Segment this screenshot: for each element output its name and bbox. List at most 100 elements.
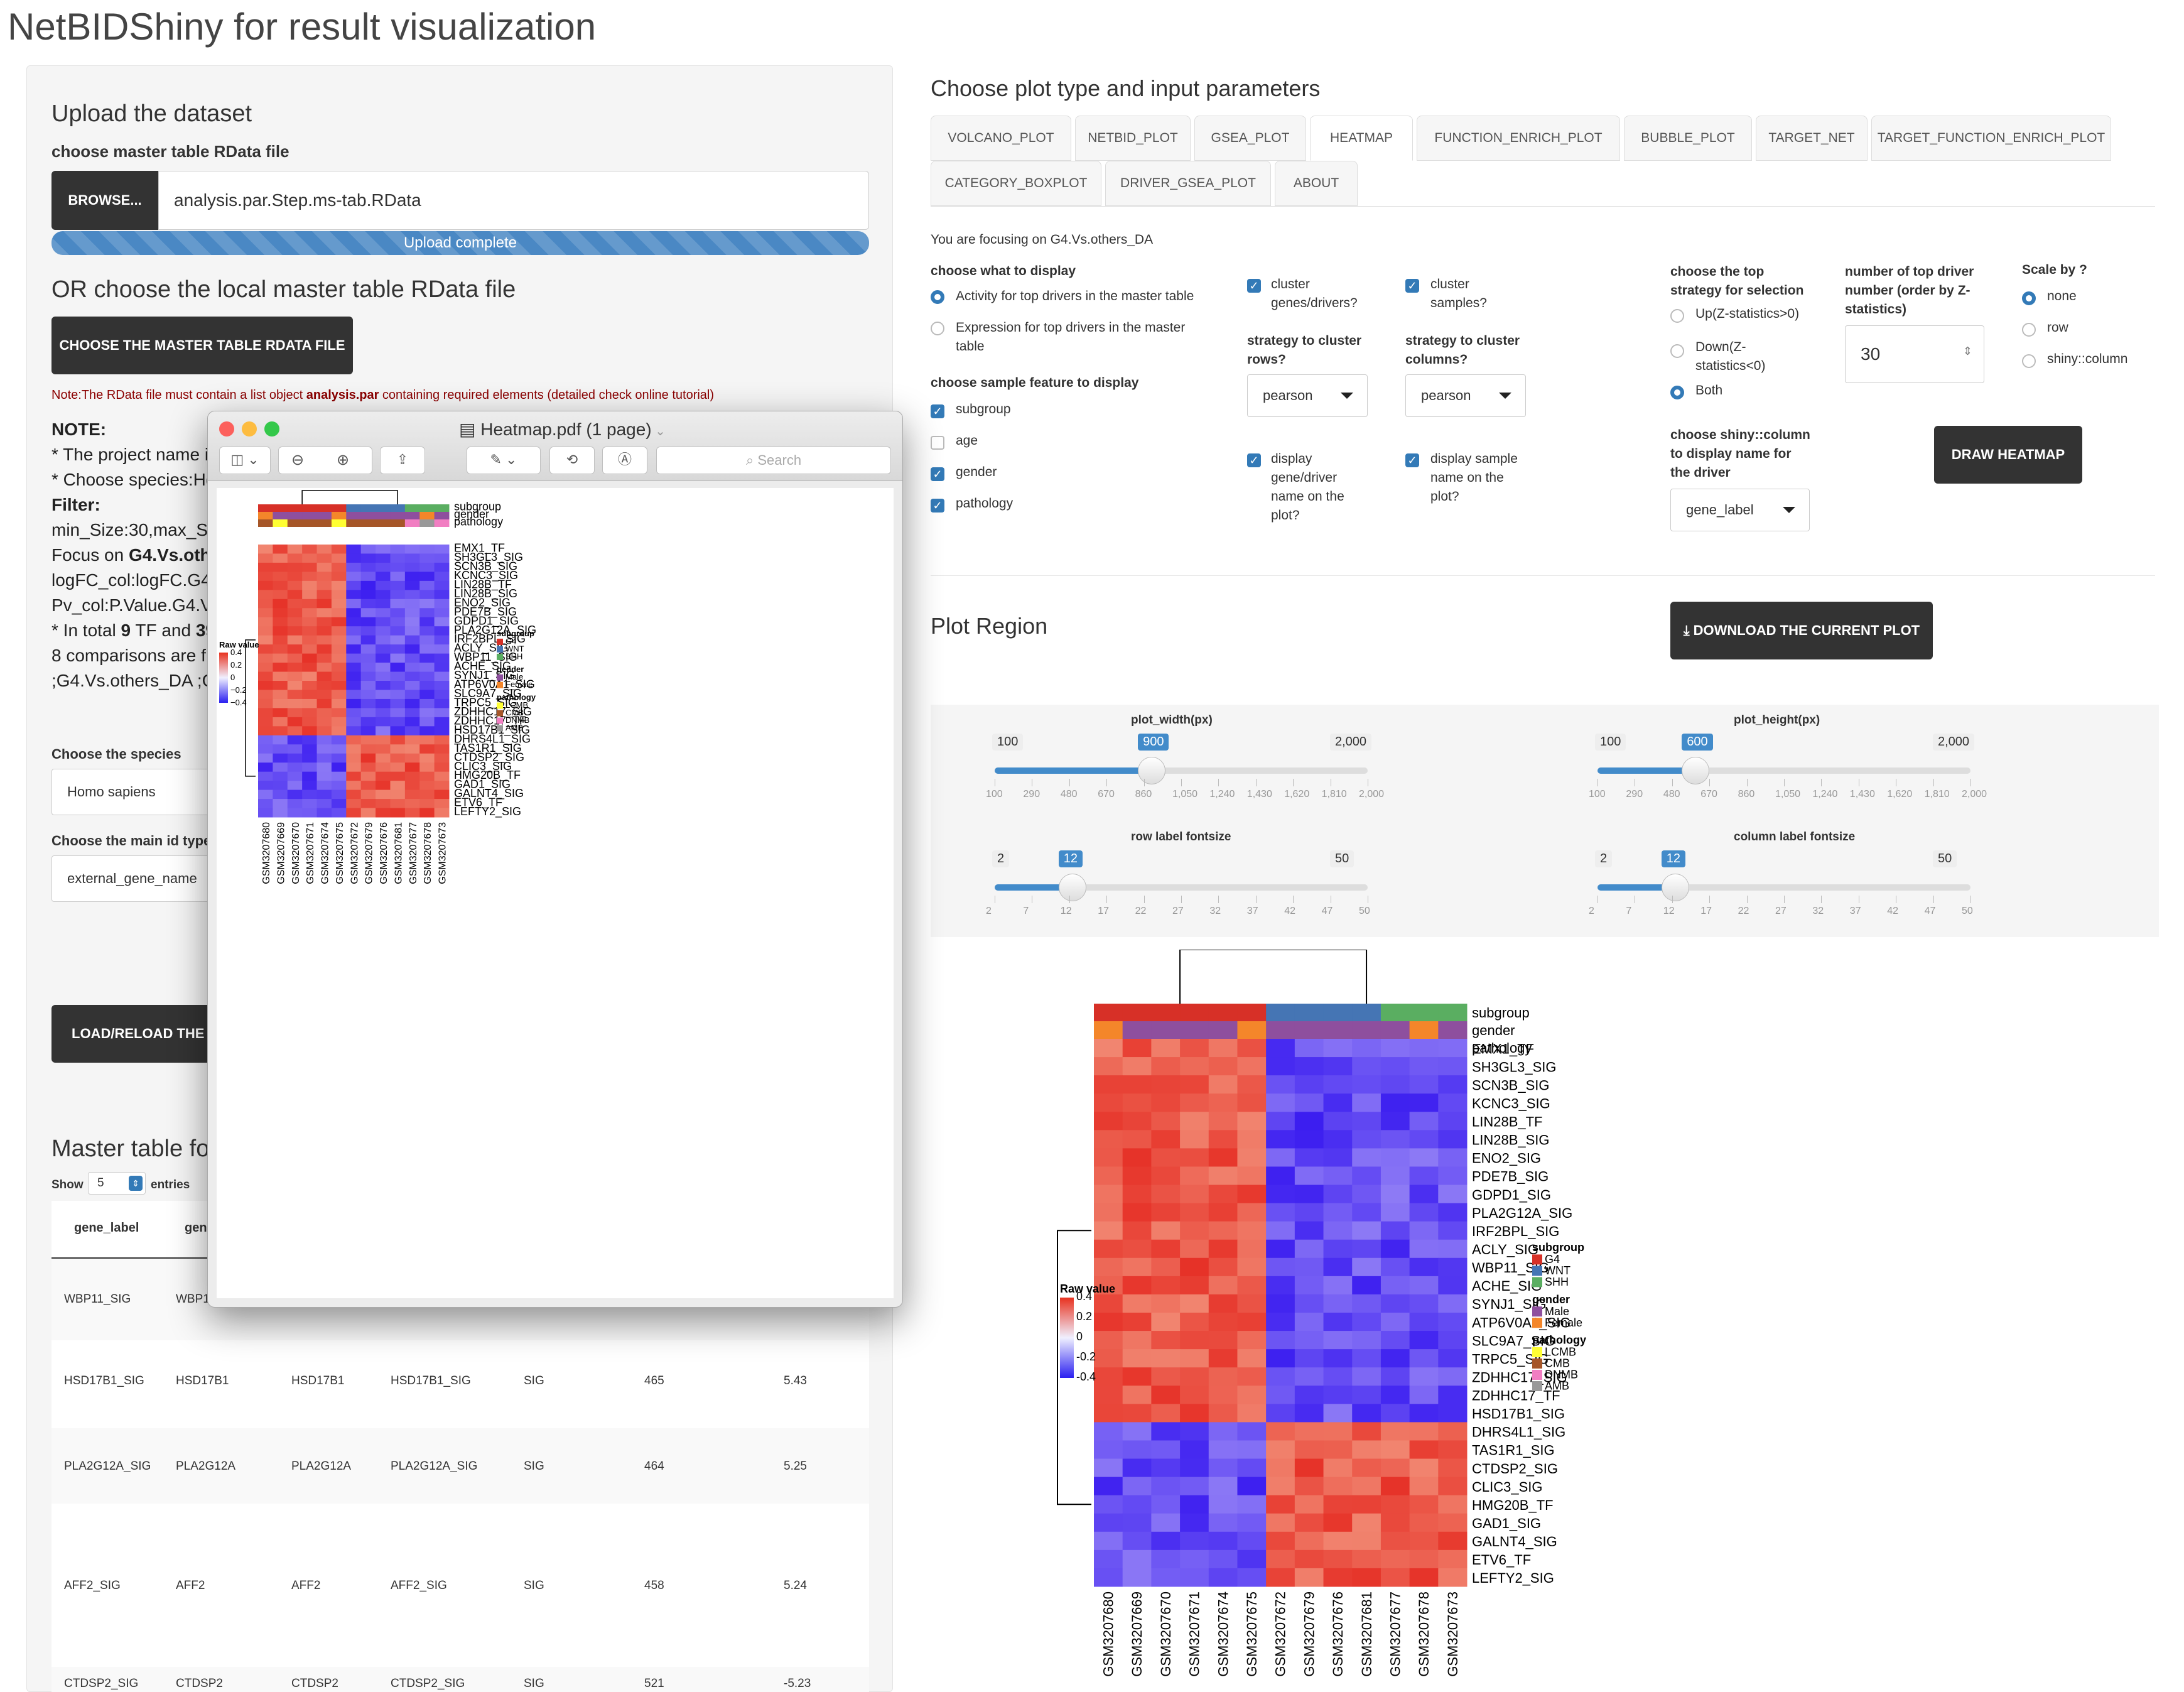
annotate-icon[interactable]: Ⓐ [602,447,647,474]
tab-target-net[interactable]: TARGET_NET [1756,116,1868,161]
rotate-icon[interactable]: ⟲ [549,447,595,474]
heatmap-cell [360,644,376,654]
slider-tick-mark [1746,896,1748,903]
heatmap-cell [258,726,273,736]
slider-tick-mark [1293,896,1294,903]
cluster-genes-checkbox[interactable]: ✓ [1247,279,1261,293]
annotation-cell [1380,1021,1410,1039]
pathology-checkbox[interactable]: ✓ [931,499,944,512]
scale-none-label: none [2047,289,2077,303]
slider-handle[interactable] [1682,757,1710,784]
heatmap-cell [1180,1513,1209,1532]
tab-function-enrich-plot[interactable]: FUNCTION_ENRICH_PLOT [1417,116,1620,161]
shiny-column-select[interactable]: gene_label [1670,489,1810,531]
heatmap-cell [302,572,318,582]
heatmap-cell [302,608,318,618]
close-window-icon[interactable] [219,421,234,437]
heatmap-cell [404,545,420,554]
slider-min-label: 100 [1595,734,1626,751]
tab-category-boxplot[interactable]: CATEGORY_BOXPLOT [931,161,1101,206]
annotation-cell [360,519,376,527]
strategy-up-radio[interactable] [1670,309,1684,323]
scale-none-radio[interactable] [2022,291,2036,305]
file-name-field[interactable]: analysis.par.Step.ms-tab.RData [158,171,869,230]
col-header-gene-label[interactable]: gene_label [74,1221,139,1235]
draw-heatmap-button[interactable]: DRAW HEATMAP [1934,426,2082,484]
strategy-both-radio[interactable] [1670,386,1684,399]
heatmap-cell [360,562,376,572]
number-spin-icon[interactable]: ⇕ [1963,345,1972,358]
tab-gsea-plot[interactable]: GSEA_PLOT [1194,116,1306,161]
heatmap-cell [1237,1313,1267,1331]
tab-about[interactable]: ABOUT [1275,161,1358,206]
heatmap-cell [1151,1294,1181,1313]
choose-master-table-button[interactable]: CHOOSE THE MASTER TABLE RDATA FILE [51,317,353,374]
heatmap-cell [1180,1039,1209,1058]
scale-column-radio[interactable] [2022,354,2036,368]
slider-handle[interactable] [1138,757,1166,784]
markup-pen-icon[interactable]: ✎ ⌄ [467,447,541,474]
browse-button[interactable]: BROWSE... [51,171,158,230]
subgroup-checkbox[interactable]: ✓ [931,404,944,418]
slider-handle[interactable] [1058,874,1086,901]
zoom-controls: ⊖ ⊕ [278,447,372,474]
page-size-select[interactable]: 5 ⇕ [88,1172,146,1195]
heatmap-cell [273,717,288,727]
heatmap-cell [346,771,362,781]
age-checkbox[interactable] [931,436,944,450]
tab-driver-gsea-plot[interactable]: DRIVER_GSEA_PLOT [1105,161,1271,206]
col-header-gene[interactable]: gene [185,1221,210,1235]
tab-bubble-plot[interactable]: BUBBLE_PLOT [1624,116,1752,161]
download-plot-button[interactable]: ⤓ DOWNLOAD THE CURRENT PLOT [1670,602,1933,659]
heatmap-cell [419,562,435,572]
display-sample-name-checkbox[interactable]: ✓ [1405,453,1419,467]
heatmap-cell [404,562,420,572]
heatmap-cell [331,690,347,700]
heatmap-cell [331,735,347,745]
heatmap-cell [360,663,376,673]
display-activity-radio[interactable] [931,290,944,304]
slider-tick-mark [1709,779,1711,786]
strategy-rows-select[interactable]: pearson [1247,374,1368,417]
slider-value-label: 600 [1682,734,1713,751]
zoom-window-icon[interactable] [264,421,279,437]
heatmap-cell [1438,1367,1468,1386]
top-number-input[interactable]: 30 ⇕ [1845,325,1984,383]
heatmap-cell [1438,1148,1468,1167]
scale-row-radio[interactable] [2022,323,2036,337]
cluster-samples-checkbox[interactable]: ✓ [1405,279,1419,293]
minimize-window-icon[interactable] [242,421,257,437]
heatmap-cell [1438,1166,1468,1186]
table-row[interactable]: PLA2G12A_SIG PLA2G12A PLA2G12A PLA2G12A_… [51,1428,869,1504]
tab-target-function-enrich-plot[interactable]: TARGET_FUNCTION_ENRICH_PLOT [1871,116,2111,161]
tab-heatmap[interactable]: HEATMAP [1310,116,1413,161]
sidebar-toggle-icon[interactable]: ◫ ⌄ [219,447,271,474]
table-row[interactable]: AFF2_SIG AFF2 AFF2 AFF2_SIG SIG 458 5.24 [51,1504,869,1668]
title-chevron-icon[interactable]: ⌄ [652,425,666,438]
zoom-in-icon[interactable]: ⊕ [337,451,349,469]
legend-item-label: G4 [1545,1253,1560,1266]
slider-tick-label: 42 [1887,906,1898,916]
zoom-out-icon[interactable]: ⊖ [291,451,304,469]
row-label: LEFTY2_SIG [454,805,521,818]
share-icon[interactable]: ⇪ [380,447,425,474]
pdf-search-field[interactable]: ⌕ Search [656,447,891,474]
display-expression-radio[interactable] [931,322,944,335]
heatmap-cell [1409,1257,1439,1277]
strategy-cols-select[interactable]: pearson [1405,374,1526,417]
gender-checkbox[interactable]: ✓ [931,467,944,481]
table-row[interactable]: CTDSP2_SIG CTDSP2 CTDSP2 CTDSP2_SIG SIG … [51,1667,869,1692]
tab-netbid-plot[interactable]: NETBID_PLOT [1075,116,1191,161]
load-reload-ui-button[interactable]: LOAD/RELOAD THE UI [51,1005,215,1063]
heatmap-cell [1294,1294,1324,1313]
tab-volcano-plot[interactable]: VOLCANO_PLOT [931,116,1071,161]
annotation-cell [1438,1021,1468,1039]
heatmap-cell [1208,1039,1238,1058]
display-gene-name-checkbox[interactable]: ✓ [1247,453,1261,467]
slider-handle[interactable] [1661,874,1689,901]
strategy-down-radio[interactable] [1670,344,1684,358]
heatmap-cell [1094,1367,1123,1386]
heatmap-cell [1266,1404,1295,1423]
row-label: TAS1R1_SIG [1472,1443,1555,1458]
table-row[interactable]: HSD17B1_SIG HSD17B1 HSD17B1 HSD17B1_SIG … [51,1340,869,1429]
